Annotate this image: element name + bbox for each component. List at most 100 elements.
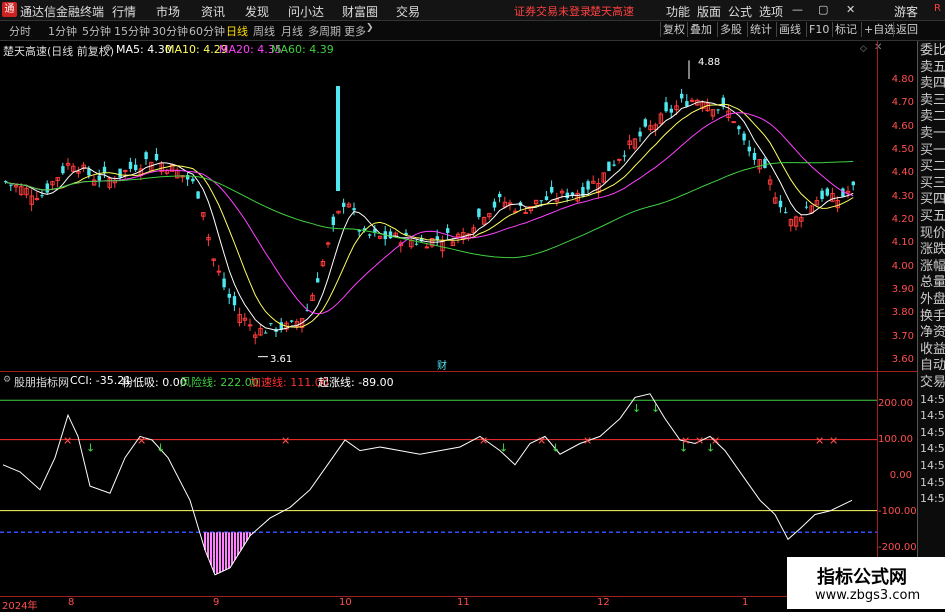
chevron-right-icon[interactable]: ❯ xyxy=(366,23,374,33)
side-panel-item[interactable]: 14:56 xyxy=(920,491,945,507)
menu-ask[interactable]: 问小达 xyxy=(288,3,324,20)
tab-5min[interactable]: 5分钟 xyxy=(82,23,111,39)
menu-trade[interactable]: 交易 xyxy=(396,3,420,20)
mark-button[interactable]: 标记 xyxy=(832,22,859,37)
ma10-line xyxy=(5,103,854,328)
side-panel-item[interactable]: 委比 xyxy=(920,43,945,59)
candle xyxy=(9,184,13,186)
menu-wealth[interactable]: 财富圈 xyxy=(342,3,378,20)
quote-side-panel[interactable]: 委比 卖五 卖四 卖三 卖二 卖一 买一 买二 买三 买四 买五 现价 涨跌 涨幅 总量 外盘 换手 净资 收益 自动… xyxy=(917,41,945,609)
side-panel-item[interactable]: 买四 xyxy=(920,192,945,208)
candle xyxy=(144,152,148,160)
overlay-button[interactable]: 叠加 xyxy=(687,22,714,37)
menu-options[interactable]: 选项 xyxy=(759,3,783,20)
side-panel-item[interactable]: 卖一 xyxy=(920,126,945,142)
candle xyxy=(804,206,809,208)
side-panel-item[interactable]: 买三 xyxy=(920,176,945,192)
cci-indicator-chart[interactable]: ✕ ✕ ✕ ✕ ✕ ✕ ✕ ✕ ✕ ✕ ✕↓ ↓ ↓ ↓↓ ↓↓ ↓ xyxy=(0,373,917,597)
menu-quotes[interactable]: 行情 xyxy=(112,3,136,20)
side-panel-item[interactable]: 14:56 xyxy=(920,475,945,491)
candle xyxy=(87,169,91,176)
tab-15min[interactable]: 15分钟 xyxy=(114,23,150,39)
side-panel-item[interactable]: 净资 xyxy=(920,325,945,341)
side-panel-item[interactable]: 涨幅 xyxy=(920,259,945,275)
candle xyxy=(97,175,101,181)
watermark-url: www.zbgs3.com xyxy=(815,588,921,603)
tab-more[interactable]: 更多 xyxy=(344,23,366,39)
tab-weekly[interactable]: 周线 xyxy=(253,23,275,39)
login-notice[interactable]: 证券交易未登录 xyxy=(514,3,591,19)
candle xyxy=(607,161,611,171)
candlestick-chart[interactable]: 4.88 3.61 财 xyxy=(0,41,917,371)
multi-stock-button[interactable]: 多股 xyxy=(717,22,744,37)
guest-label[interactable]: 游客 xyxy=(894,3,918,20)
candle xyxy=(61,166,65,174)
side-panel-item[interactable]: 收益 xyxy=(920,342,945,358)
side-panel-item[interactable]: 卖五 xyxy=(920,60,945,76)
tab-60min[interactable]: 60分钟 xyxy=(189,23,225,39)
draw-button[interactable]: 画线 xyxy=(776,22,803,37)
side-panel-item[interactable]: 买二 xyxy=(920,159,945,175)
candle xyxy=(216,270,222,273)
add-watchlist-button[interactable]: +自选 xyxy=(861,22,897,37)
menu-formula[interactable]: 公式 xyxy=(728,3,752,20)
menu-bar: 通 通达信金融终端 行情 市场 资讯 发现 问小达 财富圈 交易 证券交易未登录… xyxy=(0,0,945,21)
candle xyxy=(570,192,575,195)
candle xyxy=(731,121,736,124)
candle xyxy=(316,278,320,283)
candle xyxy=(435,236,439,240)
maximize-icon[interactable]: ▢ xyxy=(818,3,828,16)
side-panel-item[interactable]: 14:56 xyxy=(920,408,945,424)
side-panel-item[interactable]: 14:56 xyxy=(920,458,945,474)
tab-timeshare[interactable]: 分时 xyxy=(9,23,31,39)
candle xyxy=(612,164,616,166)
menu-layout[interactable]: 版面 xyxy=(697,3,721,20)
candle xyxy=(414,243,419,245)
side-panel-item[interactable]: 自动 xyxy=(920,358,945,374)
stats-button[interactable]: 统计 xyxy=(747,22,774,37)
side-panel-item[interactable]: 卖二 xyxy=(920,109,945,125)
f10-button[interactable]: F10 xyxy=(806,22,831,37)
tab-daily[interactable]: 日线 xyxy=(226,23,248,39)
side-panel-item[interactable]: 外盘 xyxy=(920,292,945,308)
stock-name-tag: 楚天高速 xyxy=(590,5,634,18)
side-panel-item[interactable]: 现价 xyxy=(920,226,945,242)
menu-discover[interactable]: 发现 xyxy=(245,3,269,20)
side-panel-item[interactable]: 买五 xyxy=(920,209,945,225)
arrow-down-icon: ↓ xyxy=(499,442,508,455)
menu-news[interactable]: 资讯 xyxy=(201,3,225,20)
side-panel-item[interactable]: 换手 xyxy=(920,309,945,325)
butterfly-icon: ✕ xyxy=(695,435,704,448)
candle xyxy=(586,181,590,190)
candle xyxy=(368,234,372,236)
side-panel-item[interactable]: 买一 xyxy=(920,143,945,159)
tab-1min[interactable]: 1分钟 xyxy=(48,23,77,39)
side-panel-item[interactable]: 卖四 xyxy=(920,76,945,92)
side-panel-item[interactable]: 14:56 xyxy=(920,392,945,408)
side-panel-item[interactable]: 14:56 xyxy=(920,425,945,441)
side-panel-item[interactable]: 卖三 xyxy=(920,93,945,109)
side-panel-item[interactable]: 14:56 xyxy=(920,441,945,457)
side-panel-item[interactable]: 涨跌 xyxy=(920,242,945,258)
side-panel-item[interactable]: 总量 xyxy=(920,275,945,291)
butterfly-icon: ✕ xyxy=(479,435,488,448)
finance-marker: 财 xyxy=(437,359,447,371)
close-icon[interactable]: ✕ xyxy=(846,3,855,16)
date-tick: 12 xyxy=(597,597,610,608)
butterfly-icon: ✕ xyxy=(537,435,546,448)
minimize-icon[interactable]: — xyxy=(792,3,803,16)
menu-market[interactable]: 市场 xyxy=(156,3,180,20)
adjust-button[interactable]: 复权 xyxy=(660,22,687,37)
arrow-down-icon: ↓ xyxy=(651,402,660,415)
menu-function[interactable]: 功能 xyxy=(666,3,690,20)
r-icon[interactable]: R xyxy=(934,3,941,14)
candle xyxy=(685,101,689,107)
candle xyxy=(118,168,122,178)
tab-monthly[interactable]: 月线 xyxy=(281,23,303,39)
candle xyxy=(851,181,855,186)
tab-30min[interactable]: 30分钟 xyxy=(152,23,188,39)
back-button[interactable]: 返回 xyxy=(893,22,920,37)
side-panel-item[interactable]: 交易 xyxy=(920,375,945,391)
tab-multi-period[interactable]: 多周期 xyxy=(308,23,341,39)
arrow-down-icon: ↓ xyxy=(706,442,715,455)
